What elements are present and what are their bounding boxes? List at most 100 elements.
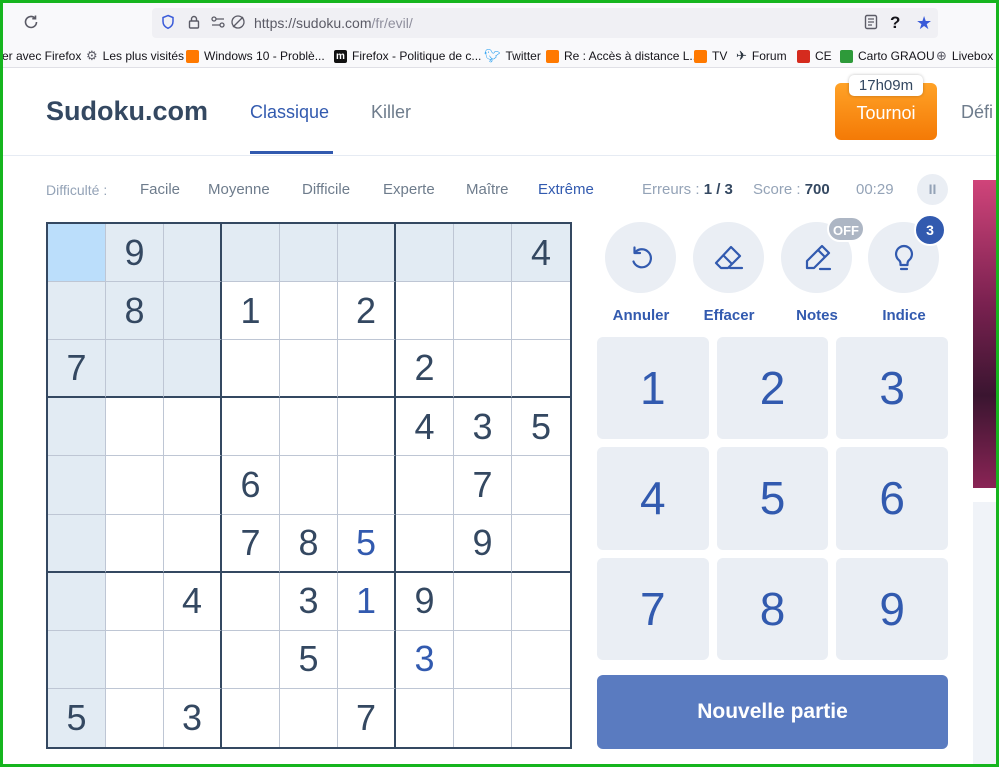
sudoku-cell[interactable]: 3 [454,398,512,457]
sudoku-cell[interactable]: 2 [338,282,396,341]
sudoku-cell[interactable] [164,340,222,399]
sudoku-cell[interactable] [106,340,164,399]
sudoku-cell[interactable] [454,340,512,399]
sudoku-cell[interactable] [106,688,164,747]
shield-icon[interactable] [160,14,176,30]
url-bar[interactable]: https://sudoku.com/fr/evil/ ? ★ [152,8,938,38]
numpad-key-3[interactable]: 3 [836,337,948,440]
bookmark-item[interactable]: Re : Accès à distance L... [546,48,699,64]
sudoku-cell[interactable] [280,688,338,747]
numpad-key-1[interactable]: 1 [597,337,709,440]
sudoku-cell[interactable] [512,282,570,341]
sudoku-cell[interactable] [396,456,454,515]
tab-classique[interactable]: Classique [250,102,329,123]
bookmark-item[interactable]: 🐦︎ Twitter [484,48,541,64]
sudoku-cell[interactable] [454,282,512,341]
pause-button[interactable]: II [917,174,948,205]
sudoku-cell[interactable] [512,515,570,573]
bookmark-item[interactable]: CE [797,48,832,64]
reader-view-icon[interactable] [864,14,878,35]
help-icon[interactable]: ? [890,14,900,32]
sudoku-cell[interactable] [280,224,338,283]
sudoku-cell[interactable]: 3 [164,688,222,747]
sudoku-cell[interactable]: 3 [396,630,454,689]
autoplay-blocked-icon[interactable] [230,14,246,30]
sudoku-cell[interactable] [396,514,454,573]
sudoku-cell[interactable]: 4 [396,398,454,457]
bookmark-item[interactable]: Windows 10 - Problè... [186,48,325,64]
sudoku-cell[interactable] [454,572,512,631]
sudoku-cell[interactable] [48,572,106,631]
sudoku-cell[interactable] [338,630,396,689]
sudoku-cell[interactable] [454,688,512,747]
hint-button[interactable]: 3 Indice [868,214,946,324]
numpad-key-6[interactable]: 6 [836,447,948,550]
bookmark-item[interactable]: Carto GRAOU [840,48,935,64]
sudoku-cell[interactable]: 4 [512,224,570,283]
reload-icon[interactable] [22,13,40,31]
sudoku-cell[interactable] [164,282,222,341]
sudoku-cell[interactable]: 2 [396,340,454,399]
tab-killer[interactable]: Killer [371,102,411,123]
erase-button[interactable]: Effacer [693,222,765,324]
sudoku-cell[interactable]: 5 [48,688,106,747]
sudoku-cell[interactable] [280,398,338,457]
url-text[interactable]: https://sudoku.com/fr/evil/ [254,15,413,31]
bookmark-item[interactable]: m Firefox - Politique de c... [334,48,481,64]
sudoku-cell[interactable] [164,630,222,689]
site-logo[interactable]: Sudoku.com [46,96,208,127]
numpad-key-8[interactable]: 8 [716,557,829,660]
sudoku-cell[interactable] [222,688,280,747]
difficulty-facile[interactable]: Facile [140,181,180,198]
sudoku-cell[interactable] [280,456,338,515]
sudoku-cell[interactable]: 1 [222,282,280,341]
sudoku-cell[interactable] [512,631,570,689]
sudoku-cell[interactable]: 7 [48,340,106,399]
sudoku-cell[interactable] [106,630,164,689]
sudoku-cell[interactable]: 3 [280,572,338,631]
sudoku-cell[interactable] [512,689,570,747]
difficulty-moyenne[interactable]: Moyenne [208,181,270,198]
numpad-key-2[interactable]: 2 [716,337,829,440]
difficulty-maitre[interactable]: Maître [466,181,509,198]
sudoku-cell[interactable] [48,398,106,457]
sudoku-cell[interactable] [222,630,280,689]
sudoku-cell[interactable] [106,398,164,457]
sudoku-cell[interactable]: 4 [164,572,222,631]
sudoku-cell[interactable] [280,282,338,341]
sudoku-cell[interactable] [338,456,396,515]
bookmark-item[interactable]: TV [694,48,727,64]
difficulty-extreme[interactable]: Extrême [538,181,594,198]
bookmark-item[interactable]: ⚙ Les plus visités [86,48,184,64]
sudoku-cell[interactable] [164,224,222,283]
bookmark-star-icon[interactable]: ★ [916,14,932,32]
sudoku-cell[interactable]: 5 [512,398,570,457]
numpad-key-4[interactable]: 4 [597,447,709,550]
lock-icon[interactable] [186,14,202,30]
sudoku-cell[interactable] [164,398,222,457]
sudoku-cell[interactable] [454,224,512,283]
sudoku-cell[interactable]: 8 [106,282,164,341]
undo-circle[interactable] [605,222,676,293]
numpad-key-5[interactable]: 5 [716,447,829,550]
sudoku-cell[interactable]: 9 [106,224,164,283]
sudoku-cell[interactable] [222,224,280,283]
sudoku-cell[interactable] [48,456,106,515]
sudoku-cell[interactable] [512,456,570,515]
sudoku-cell[interactable] [48,514,106,573]
bookmark-item[interactable]: ⊕ Livebox [936,48,993,64]
side-ad-image[interactable] [973,180,999,488]
sudoku-cell[interactable] [222,398,280,457]
sudoku-cell[interactable]: 8 [280,514,338,573]
difficulty-experte[interactable]: Experte [383,181,435,198]
sudoku-cell[interactable]: 7 [338,688,396,747]
sudoku-cell[interactable] [338,340,396,399]
difficulty-difficile[interactable]: Difficile [302,181,350,198]
sudoku-cell[interactable] [222,572,280,631]
sudoku-cell[interactable]: 5 [338,514,396,573]
bookmark-item[interactable]: er avec Firefox [2,48,81,64]
sudoku-cell[interactable]: 1 [338,572,396,631]
sudoku-cell[interactable]: 9 [396,572,454,631]
numpad-key-7[interactable]: 7 [597,557,709,660]
sudoku-cell[interactable] [512,573,570,631]
